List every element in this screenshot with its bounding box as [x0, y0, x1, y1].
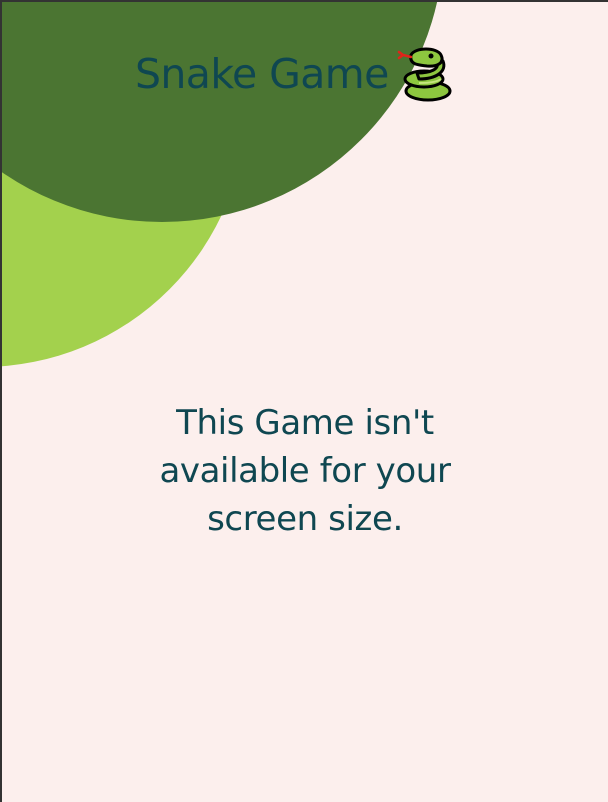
decorative-dark-green-circle [2, 2, 444, 222]
title-text: Snake Game [135, 50, 389, 98]
game-page: Snake Game This Game isn't available for… [2, 2, 608, 802]
snake-icon [397, 45, 453, 103]
page-title: Snake Game [135, 44, 453, 104]
unavailable-message: This Game isn't available for your scree… [159, 403, 451, 539]
